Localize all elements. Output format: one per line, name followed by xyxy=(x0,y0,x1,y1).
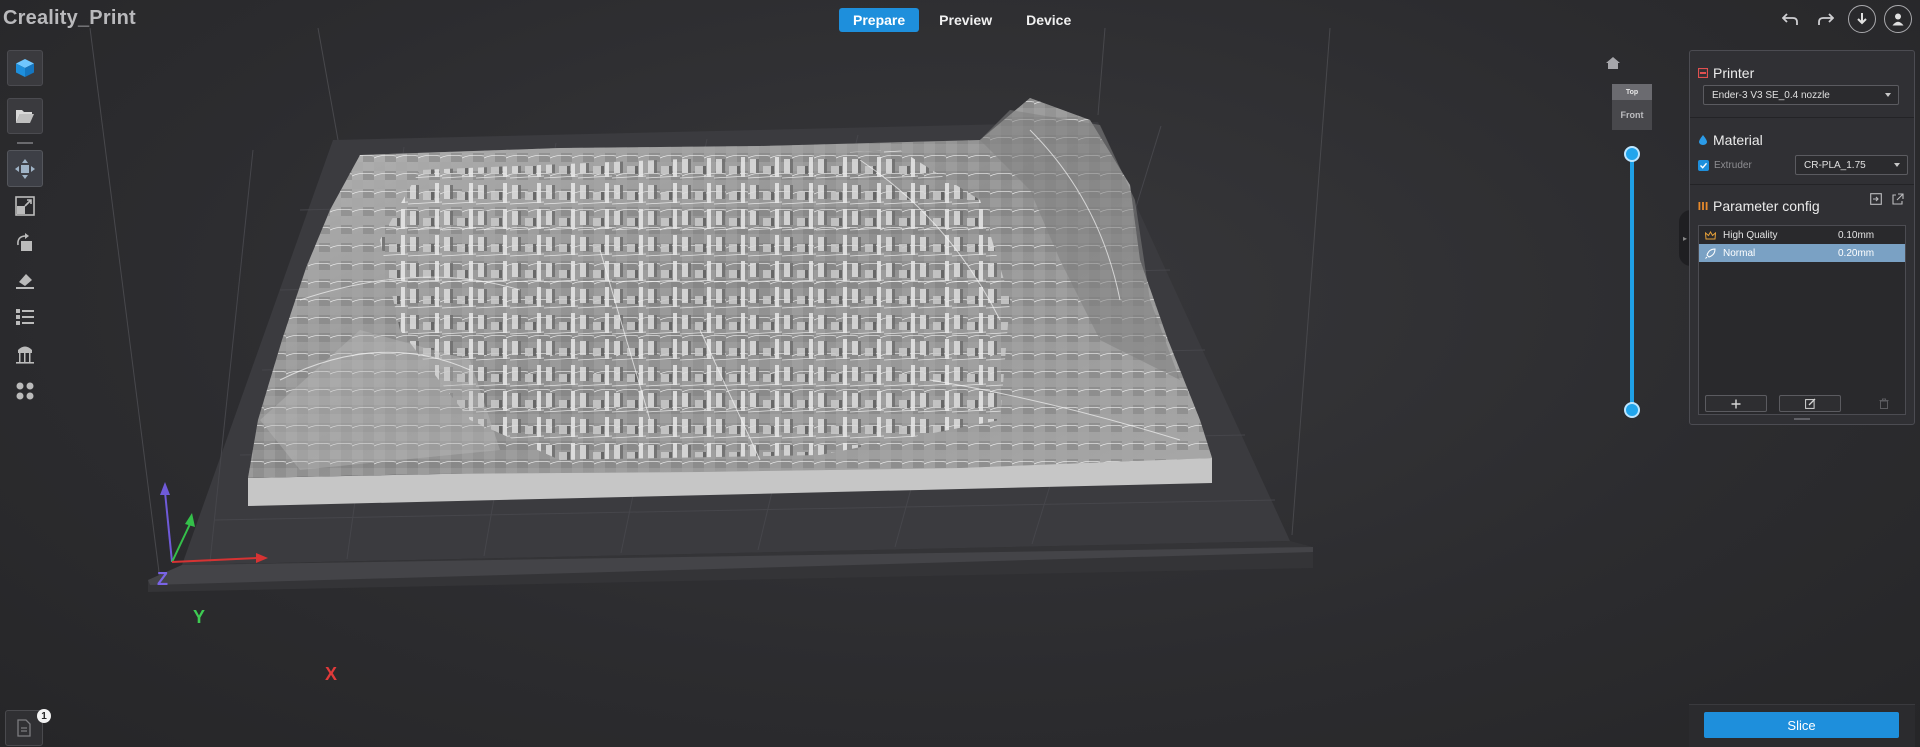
arrange-icon xyxy=(16,382,34,399)
parameter-config-title: Parameter config xyxy=(1713,198,1820,214)
axis-y-label: Y xyxy=(193,607,206,627)
printer-title: Printer xyxy=(1713,65,1755,81)
edit-profile-button[interactable] xyxy=(1779,395,1841,412)
app-window: Z Y X Creality_Print Prepare Preview Dev… xyxy=(0,0,1920,747)
quality-name: Normal xyxy=(1723,247,1756,259)
printer-icon xyxy=(1698,68,1708,78)
layer-slider-bottom-handle[interactable] xyxy=(1624,402,1640,418)
slice-button[interactable]: Slice xyxy=(1704,712,1899,738)
terrain-model[interactable] xyxy=(248,98,1212,506)
layer-slider-track[interactable] xyxy=(1630,155,1634,410)
extruder-checkbox[interactable] xyxy=(1698,159,1709,171)
home-view-icon[interactable] xyxy=(1605,56,1621,75)
quality-layer-height: 0.10mm xyxy=(1838,229,1875,241)
add-model-button[interactable] xyxy=(7,50,43,86)
material-section: Material Extruder CR-PLA_1.75 xyxy=(1690,118,1914,185)
check-icon xyxy=(1700,162,1708,169)
parameter-icon xyxy=(1698,201,1708,211)
panel-resize-grip[interactable] xyxy=(1794,418,1810,420)
printer-select[interactable]: Ender-3 V3 SE_0.4 nozzle xyxy=(1703,85,1899,105)
undo-icon[interactable] xyxy=(1776,5,1804,33)
quality-name: High Quality xyxy=(1723,229,1778,241)
rotate-icon xyxy=(17,232,32,251)
settings-panel: Printer Ender-3 V3 SE_0.4 nozzle Materia… xyxy=(1689,50,1915,425)
quality-row-normal[interactable]: Normal 0.20mm xyxy=(1699,244,1905,262)
plus-icon xyxy=(1731,399,1741,408)
add-profile-button[interactable] xyxy=(1705,395,1767,412)
open-file-button[interactable] xyxy=(7,98,43,134)
profile-actions xyxy=(1705,395,1915,412)
redo-icon[interactable] xyxy=(1812,5,1840,33)
chevron-down-icon xyxy=(1885,93,1891,97)
cube-icon xyxy=(16,59,34,77)
quality-layer-height: 0.20mm xyxy=(1838,247,1875,259)
tab-prepare[interactable]: Prepare xyxy=(839,8,920,32)
tab-preview[interactable]: Preview xyxy=(925,8,1006,32)
delete-profile-button[interactable] xyxy=(1853,395,1915,412)
chevron-down-icon xyxy=(1894,163,1900,167)
extruder-label: Extruder xyxy=(1714,159,1752,171)
toolbar-separator xyxy=(17,142,33,144)
support-tool-button[interactable] xyxy=(7,335,43,372)
lay-flat-icon xyxy=(16,273,34,289)
support-icon xyxy=(16,346,34,364)
material-select[interactable]: CR-PLA_1.75 xyxy=(1795,155,1908,175)
axis-x-label: X xyxy=(325,664,338,684)
scale-icon xyxy=(15,195,35,216)
axis-z-label: Z xyxy=(157,569,168,589)
user-icon[interactable] xyxy=(1884,5,1912,33)
quality-row-high[interactable]: High Quality 0.10mm xyxy=(1699,226,1905,244)
list-icon xyxy=(16,308,34,325)
lay-flat-tool-button[interactable] xyxy=(7,261,43,298)
import-icon[interactable] xyxy=(1870,192,1882,210)
app-title: Creality_Print xyxy=(3,7,136,29)
left-toolbar xyxy=(7,50,43,409)
edit-icon xyxy=(1804,398,1815,409)
download-icon[interactable] xyxy=(1848,5,1876,33)
move-icon xyxy=(15,158,35,179)
view-cube[interactable]: Top Front xyxy=(1612,84,1652,136)
material-title: Material xyxy=(1713,132,1763,148)
extruder-row: Extruder CR-PLA_1.75 xyxy=(1690,152,1914,178)
scale-tool-button[interactable] xyxy=(7,187,43,224)
top-actions xyxy=(1776,5,1912,33)
rocket-icon xyxy=(1705,247,1719,259)
printer-select-value: Ender-3 V3 SE_0.4 nozzle xyxy=(1712,89,1830,101)
object-list-button[interactable] xyxy=(7,298,43,335)
plate-count-badge: 1 xyxy=(37,709,51,723)
move-tool-button[interactable] xyxy=(7,150,43,187)
layer-slider-top-handle[interactable] xyxy=(1624,146,1640,162)
printer-section: Printer Ender-3 V3 SE_0.4 nozzle xyxy=(1690,51,1914,118)
tab-device[interactable]: Device xyxy=(1012,8,1085,32)
material-icon xyxy=(1698,135,1708,145)
arrange-tool-button[interactable] xyxy=(7,372,43,409)
crown-icon xyxy=(1705,230,1719,240)
quality-profile-list: High Quality 0.10mm Normal 0.20mm xyxy=(1698,225,1906,415)
rotate-tool-button[interactable] xyxy=(7,224,43,261)
document-icon xyxy=(17,719,31,737)
view-cube-front[interactable]: Front xyxy=(1612,100,1652,130)
slice-bar: Slice xyxy=(1689,704,1915,747)
trash-icon xyxy=(1879,398,1889,409)
mode-tabs: Prepare Preview Device xyxy=(839,8,1085,32)
parameter-config-section: Parameter config High Quality 0.10mm Nor… xyxy=(1690,185,1914,415)
export-icon[interactable] xyxy=(1892,192,1904,210)
material-select-value: CR-PLA_1.75 xyxy=(1804,159,1866,171)
open-folder-icon xyxy=(16,110,34,123)
view-cube-top[interactable]: Top xyxy=(1612,84,1652,100)
